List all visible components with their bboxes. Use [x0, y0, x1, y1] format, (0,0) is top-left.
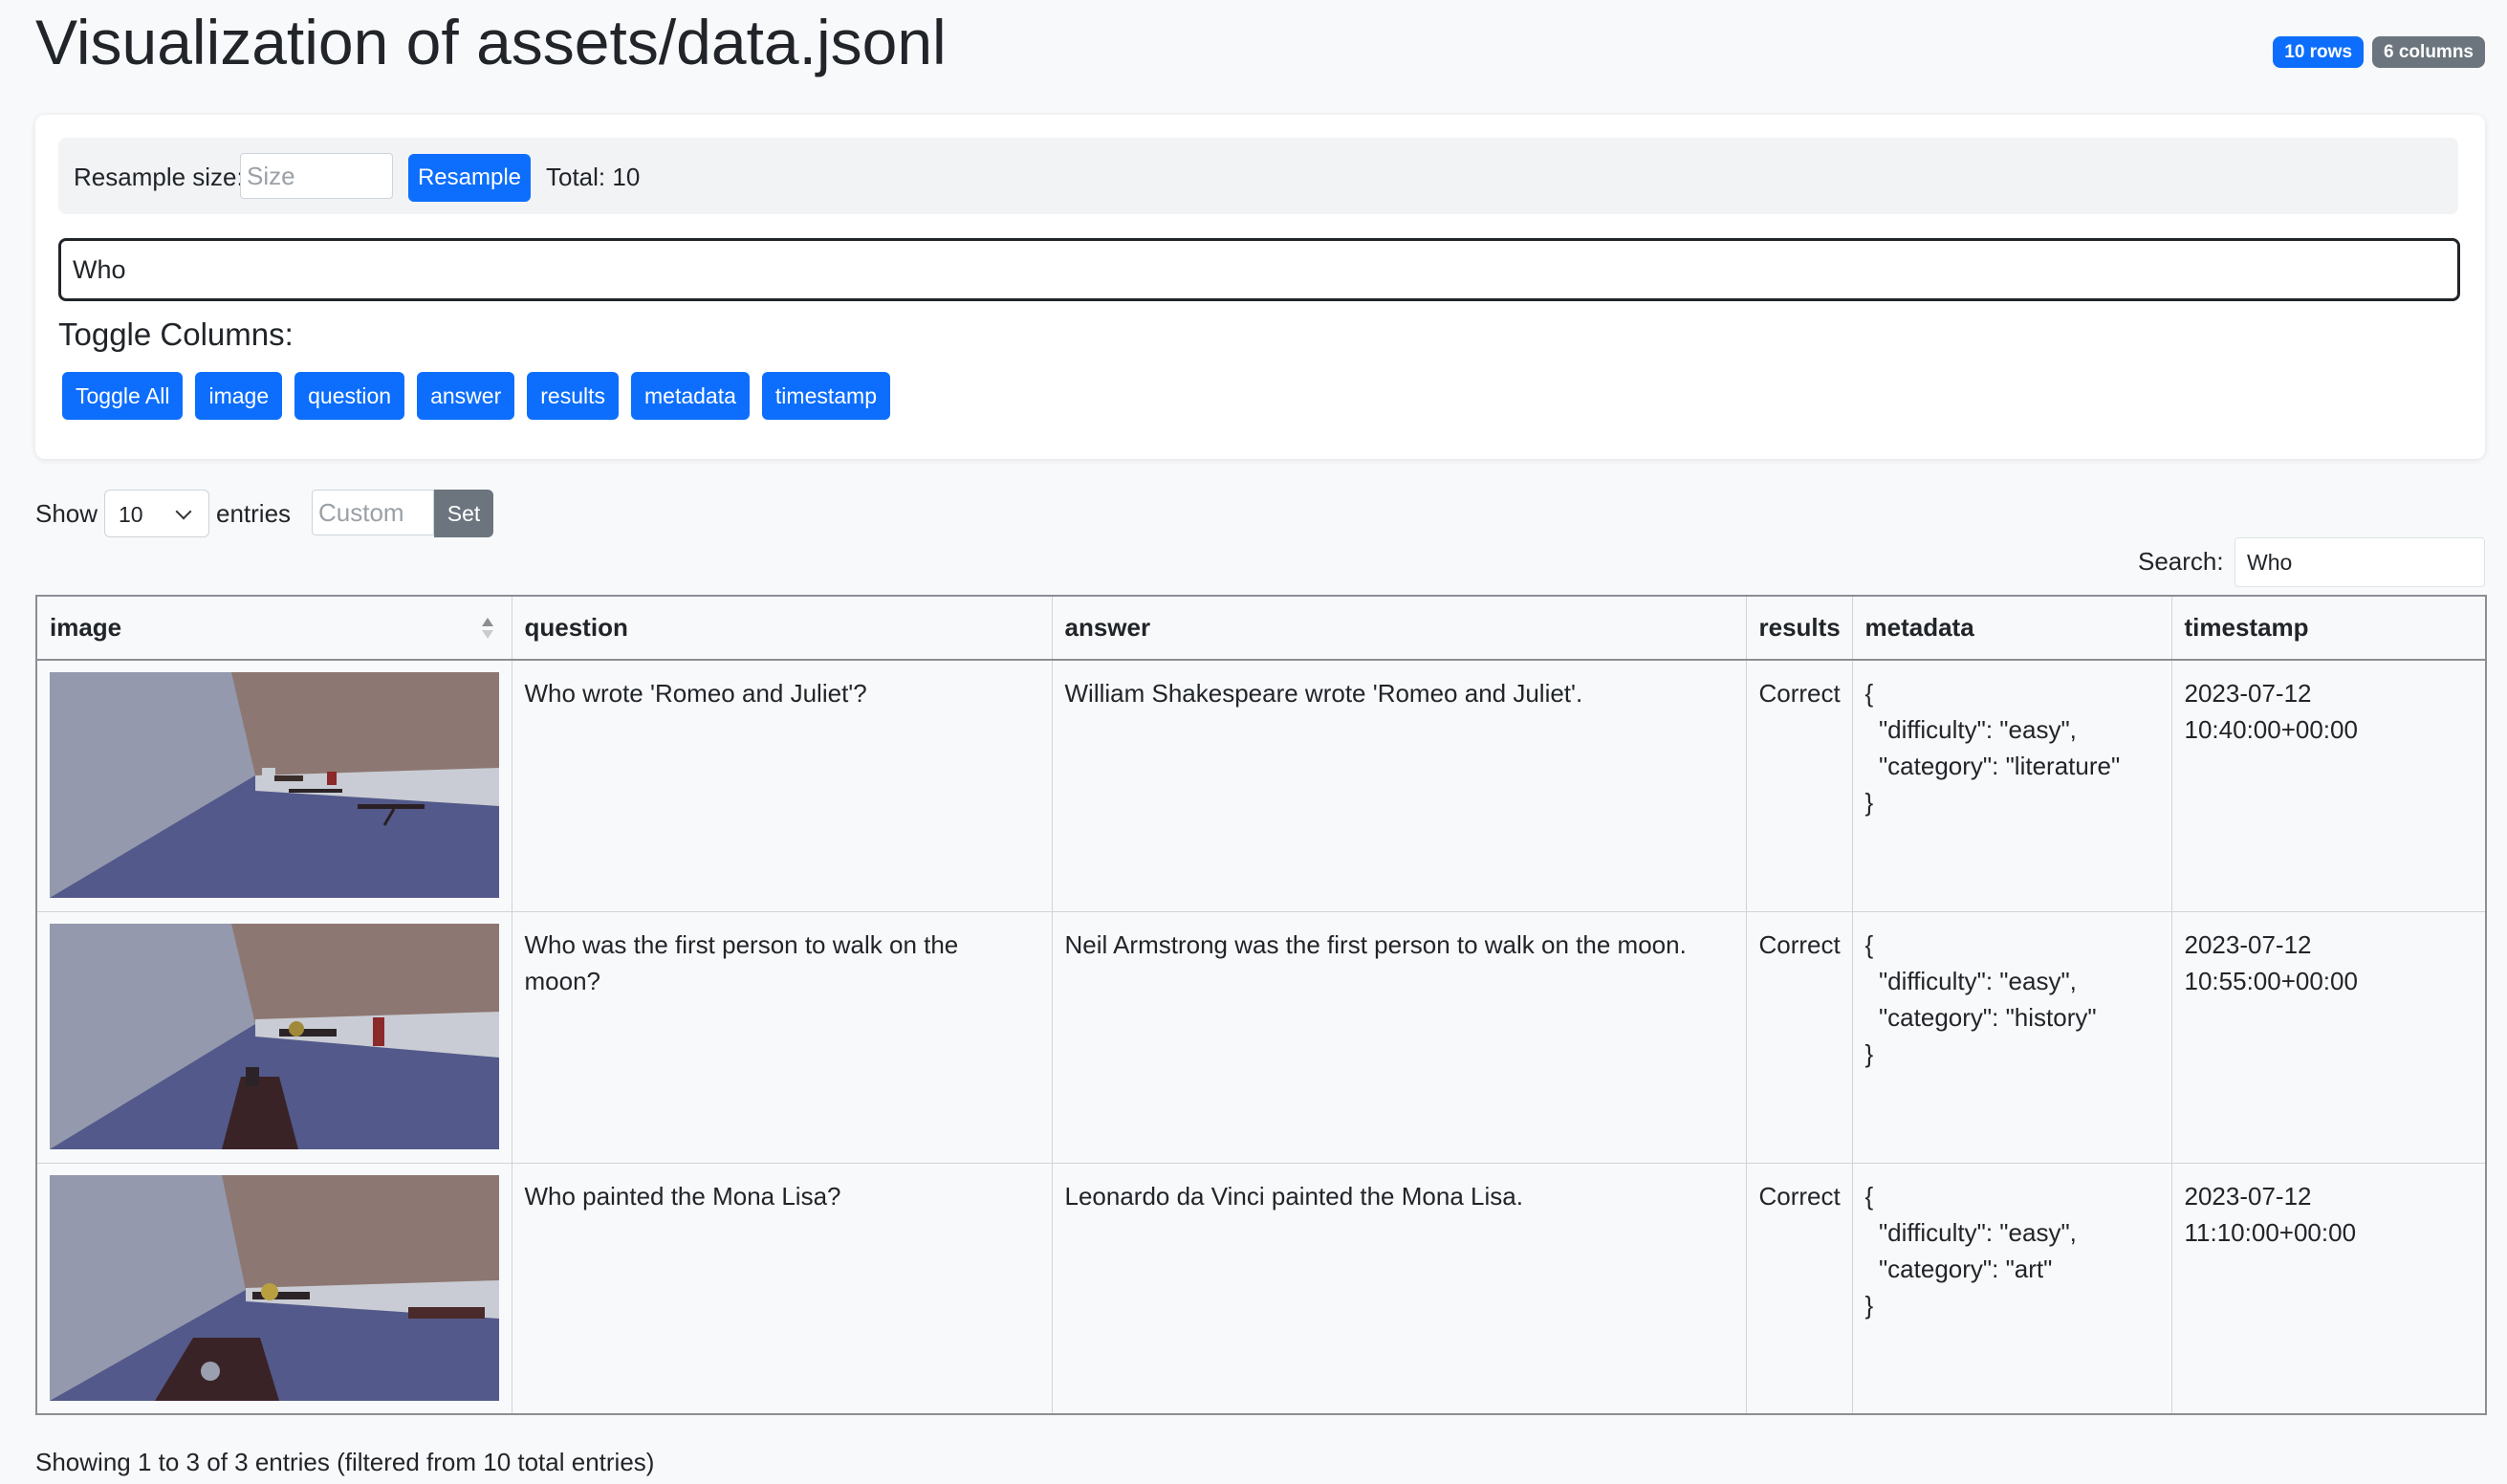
results-cell: Correct [1746, 911, 1853, 1164]
results-cell: Correct [1746, 1163, 1853, 1415]
table-row: Who painted the Mona Lisa? Leonardo da V… [36, 1163, 2487, 1415]
total-count: Total: 10 [546, 163, 641, 191]
question-cell: Who was the first person to walk on the … [512, 911, 1053, 1164]
room-render-image [50, 672, 499, 898]
column-header-results[interactable]: results [1746, 596, 1853, 661]
badge-group: 10 rows 6 columns [2273, 36, 2485, 68]
custom-entries-input[interactable] [312, 490, 434, 535]
column-header-question[interactable]: question [512, 596, 1053, 661]
entries-label: entries [216, 499, 292, 528]
column-header-metadata[interactable]: metadata [1852, 596, 2172, 661]
resample-bar: Resample size: Resample Total: 10 [58, 138, 2458, 214]
room-render-image [50, 1174, 499, 1401]
resample-button[interactable]: Resample [408, 154, 531, 202]
metadata-cell: { "difficulty": "easy", "category": "lit… [1852, 660, 2172, 912]
toggle-metadata-button[interactable]: metadata [631, 372, 750, 420]
sort-icon [481, 618, 493, 639]
column-toggles: Toggle All image question answer results… [62, 372, 890, 420]
toggle-results-button[interactable]: results [527, 372, 619, 420]
toggle-answer-button[interactable]: answer [417, 372, 515, 420]
image-cell [36, 1163, 512, 1415]
question-cell: Who painted the Mona Lisa? [512, 1163, 1053, 1415]
toggle-timestamp-button[interactable]: timestamp [761, 372, 890, 420]
columns-badge: 6 columns [2372, 36, 2485, 68]
table-info: Showing 1 to 3 of 3 entries (filtered fr… [35, 1448, 655, 1476]
toggle-question-button[interactable]: question [294, 372, 405, 420]
answer-cell: Neil Armstrong was the first person to w… [1052, 911, 1747, 1164]
filter-search-input[interactable] [58, 238, 2460, 301]
column-header-image[interactable]: image [36, 596, 512, 661]
image-cell [36, 911, 512, 1164]
timestamp-cell: 2023-07-12 10:55:00+00:00 [2171, 911, 2487, 1164]
timestamp-cell: 2023-07-12 11:10:00+00:00 [2171, 1163, 2487, 1415]
timestamp-cell: 2023-07-12 10:40:00+00:00 [2171, 660, 2487, 912]
entries-per-page-value: 10 [119, 502, 143, 527]
table-search-input[interactable] [2234, 537, 2485, 587]
metadata-cell: { "difficulty": "easy", "category": "his… [1852, 911, 2172, 1164]
table-row: Who was the first person to walk on the … [36, 911, 2487, 1164]
metadata-cell: { "difficulty": "easy", "category": "art… [1852, 1163, 2172, 1415]
image-cell [36, 660, 512, 912]
answer-cell: Leonardo da Vinci painted the Mona Lisa. [1052, 1163, 1747, 1415]
column-header-answer[interactable]: answer [1052, 596, 1747, 661]
column-header-label: image [50, 613, 122, 642]
toggle-image-button[interactable]: image [195, 372, 283, 420]
toggle-all-button[interactable]: Toggle All [62, 372, 184, 420]
room-render-image [50, 923, 499, 1149]
table-row: Who wrote 'Romeo and Juliet'? William Sh… [36, 660, 2487, 912]
data-table: image question answer results metadata t… [35, 595, 2487, 1415]
controls-card: Resample size: Resample Total: 10 Toggle… [35, 115, 2485, 459]
toggle-columns-title: Toggle Columns: [58, 316, 294, 352]
chevron-down-icon [175, 503, 192, 520]
results-cell: Correct [1746, 660, 1853, 912]
column-header-timestamp[interactable]: timestamp [2171, 596, 2487, 661]
resample-label: Resample size: [74, 163, 244, 191]
answer-cell: William Shakespeare wrote 'Romeo and Jul… [1052, 660, 1747, 912]
set-button[interactable]: Set [434, 490, 493, 537]
rows-badge: 10 rows [2273, 36, 2365, 68]
question-cell: Who wrote 'Romeo and Juliet'? [512, 660, 1053, 912]
resample-size-input[interactable] [240, 153, 393, 199]
page-title: Visualization of assets/data.jsonl [35, 7, 947, 77]
entries-per-page-select[interactable]: 10 [104, 490, 209, 537]
table-search-label: Search: [2138, 547, 2224, 576]
table-header-row: image question answer results metadata t… [36, 596, 2487, 661]
show-label: Show [35, 499, 98, 528]
